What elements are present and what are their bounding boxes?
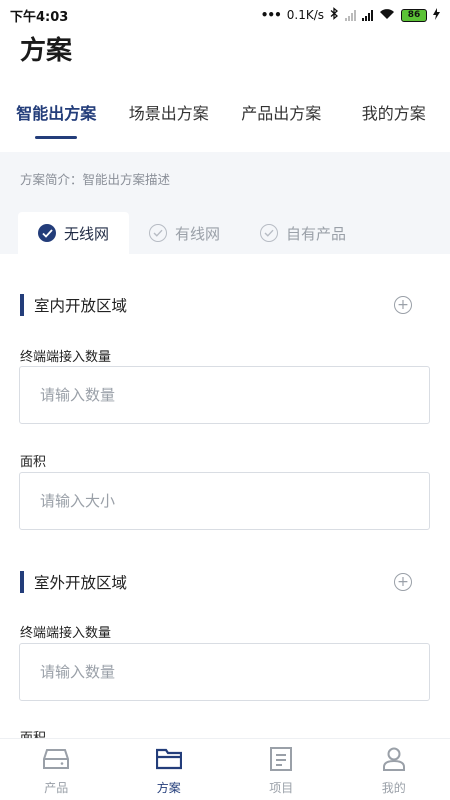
section-title: 室外开放区域: [34, 574, 128, 592]
bluetooth-icon: [330, 7, 339, 23]
subtab-label: 自有产品: [286, 224, 347, 243]
nav-mine[interactable]: 我的: [338, 739, 450, 800]
outdoor-terminals-input[interactable]: [19, 643, 430, 701]
network-subtabs: 无线网 有线网 自有产品: [18, 212, 366, 254]
section-marker: [20, 294, 24, 316]
section-title: 室内开放区域: [34, 297, 128, 315]
page-title: 方案: [20, 36, 73, 66]
nav-label: 方案: [156, 781, 181, 795]
check-circle-icon: [38, 224, 56, 242]
indoor-terminals-input[interactable]: [19, 366, 430, 424]
status-bar: 下午4:03 ••• 0.1K/s 86: [0, 0, 450, 30]
user-icon: [382, 747, 406, 774]
scheme-tabs: 智能出方案 场景出方案 产品出方案 我的方案: [0, 92, 450, 142]
section-indoor: 室内开放区域 +: [20, 294, 430, 316]
section-outdoor: 室外开放区域 +: [20, 571, 430, 593]
signal-strong-icon: [362, 9, 373, 21]
status-icons: ••• 0.1K/s 86: [261, 7, 440, 23]
product-icon: [43, 747, 70, 774]
nav-label: 产品: [44, 781, 69, 795]
more-dots-icon: •••: [260, 8, 282, 22]
subtab-label: 有线网: [175, 224, 221, 243]
nav-label: 项目: [269, 781, 294, 795]
check-circle-icon: [260, 224, 279, 242]
add-circle-icon[interactable]: +: [394, 296, 412, 314]
scheme-panel: 方案简介：智能出方案描述 无线网 有线网 自有产品: [0, 152, 450, 254]
tab-smart-scheme[interactable]: 智能出方案: [0, 92, 113, 142]
scheme-description: 方案简介：智能出方案描述: [20, 172, 171, 187]
nav-scheme[interactable]: 方案: [113, 739, 226, 800]
network-speed: 0.1K/s: [286, 8, 324, 22]
add-circle-icon[interactable]: +: [394, 573, 412, 591]
field-label-terminals: 终端端接入数量: [20, 626, 112, 641]
indoor-area-input[interactable]: [19, 472, 430, 530]
wifi-icon: [379, 8, 395, 23]
subtab-wireless[interactable]: 无线网: [18, 212, 130, 254]
bottom-nav: 产品 方案 项目 我的: [0, 738, 450, 800]
field-label-terminals: 终端端接入数量: [20, 350, 112, 365]
subtab-label: 无线网: [64, 224, 110, 243]
nav-product[interactable]: 产品: [0, 739, 113, 800]
check-circle-icon: [149, 224, 168, 242]
tab-my-scheme[interactable]: 我的方案: [338, 92, 450, 142]
folder-icon: [155, 747, 182, 774]
battery-icon: 86: [401, 8, 427, 22]
nav-project[interactable]: 项目: [225, 739, 338, 800]
nav-label: 我的: [381, 781, 406, 795]
subtab-wired[interactable]: 有线网: [129, 212, 240, 254]
field-label-area: 面积: [20, 455, 47, 470]
section-marker: [20, 571, 24, 593]
status-time: 下午4:03: [10, 9, 69, 25]
app-screen: 下午4:03 ••• 0.1K/s 86 方案 智能出方案 场景出方案 产品出方…: [0, 0, 450, 800]
charging-icon: [433, 7, 440, 23]
tab-product-scheme[interactable]: 产品出方案: [225, 92, 338, 142]
document-icon: [270, 747, 293, 774]
tab-scene-scheme[interactable]: 场景出方案: [113, 92, 226, 142]
subtab-own-products[interactable]: 自有产品: [240, 212, 366, 254]
signal-weak-icon: [345, 9, 356, 21]
